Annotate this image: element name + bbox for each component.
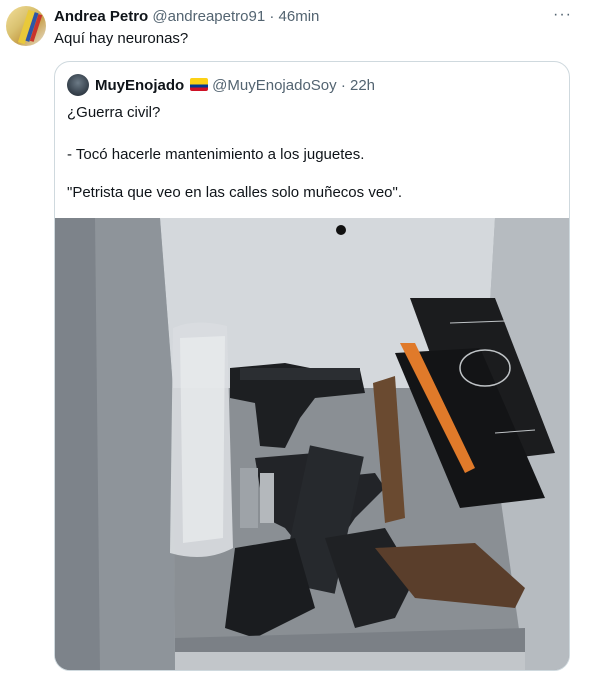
quoted-author-name: MuyEnojado (95, 77, 185, 94)
colombia-flag-icon (190, 78, 209, 91)
quoted-text-line-3: "Petrista que veo en las calles solo muñ… (67, 184, 402, 201)
timestamp[interactable]: 46min (279, 8, 320, 25)
quoted-tweet[interactable]: MuyEnojado @MuyEnojadoSoy · 22h ¿Guerra c… (54, 61, 570, 671)
quoted-text-line-2: - Tocó hacerle mantenimiento a los jugue… (67, 146, 365, 163)
photo-illustration (55, 218, 569, 670)
quoted-avatar[interactable] (67, 74, 89, 96)
quoted-text-line-1: ¿Guerra civil? (67, 104, 161, 121)
tweet-text: Aquí hay neuronas? (54, 30, 189, 47)
quoted-timestamp: 22h (349, 77, 376, 94)
author-name[interactable]: Andrea Petro (54, 8, 148, 25)
separator: · (269, 8, 275, 25)
author-handle[interactable]: @andreapetro91 (152, 8, 265, 25)
tweet-header: Andrea Petro @andreapetro91 · 46min (54, 8, 319, 26)
more-icon[interactable]: ··· (553, 6, 572, 24)
avatar[interactable] (6, 6, 46, 46)
separator: · (340, 77, 346, 94)
quoted-header: MuyEnojado @MuyEnojadoSoy · 22h (95, 77, 375, 95)
quoted-author-handle: @MuyEnojadoSoy (212, 77, 337, 94)
quoted-photo[interactable] (55, 218, 569, 670)
